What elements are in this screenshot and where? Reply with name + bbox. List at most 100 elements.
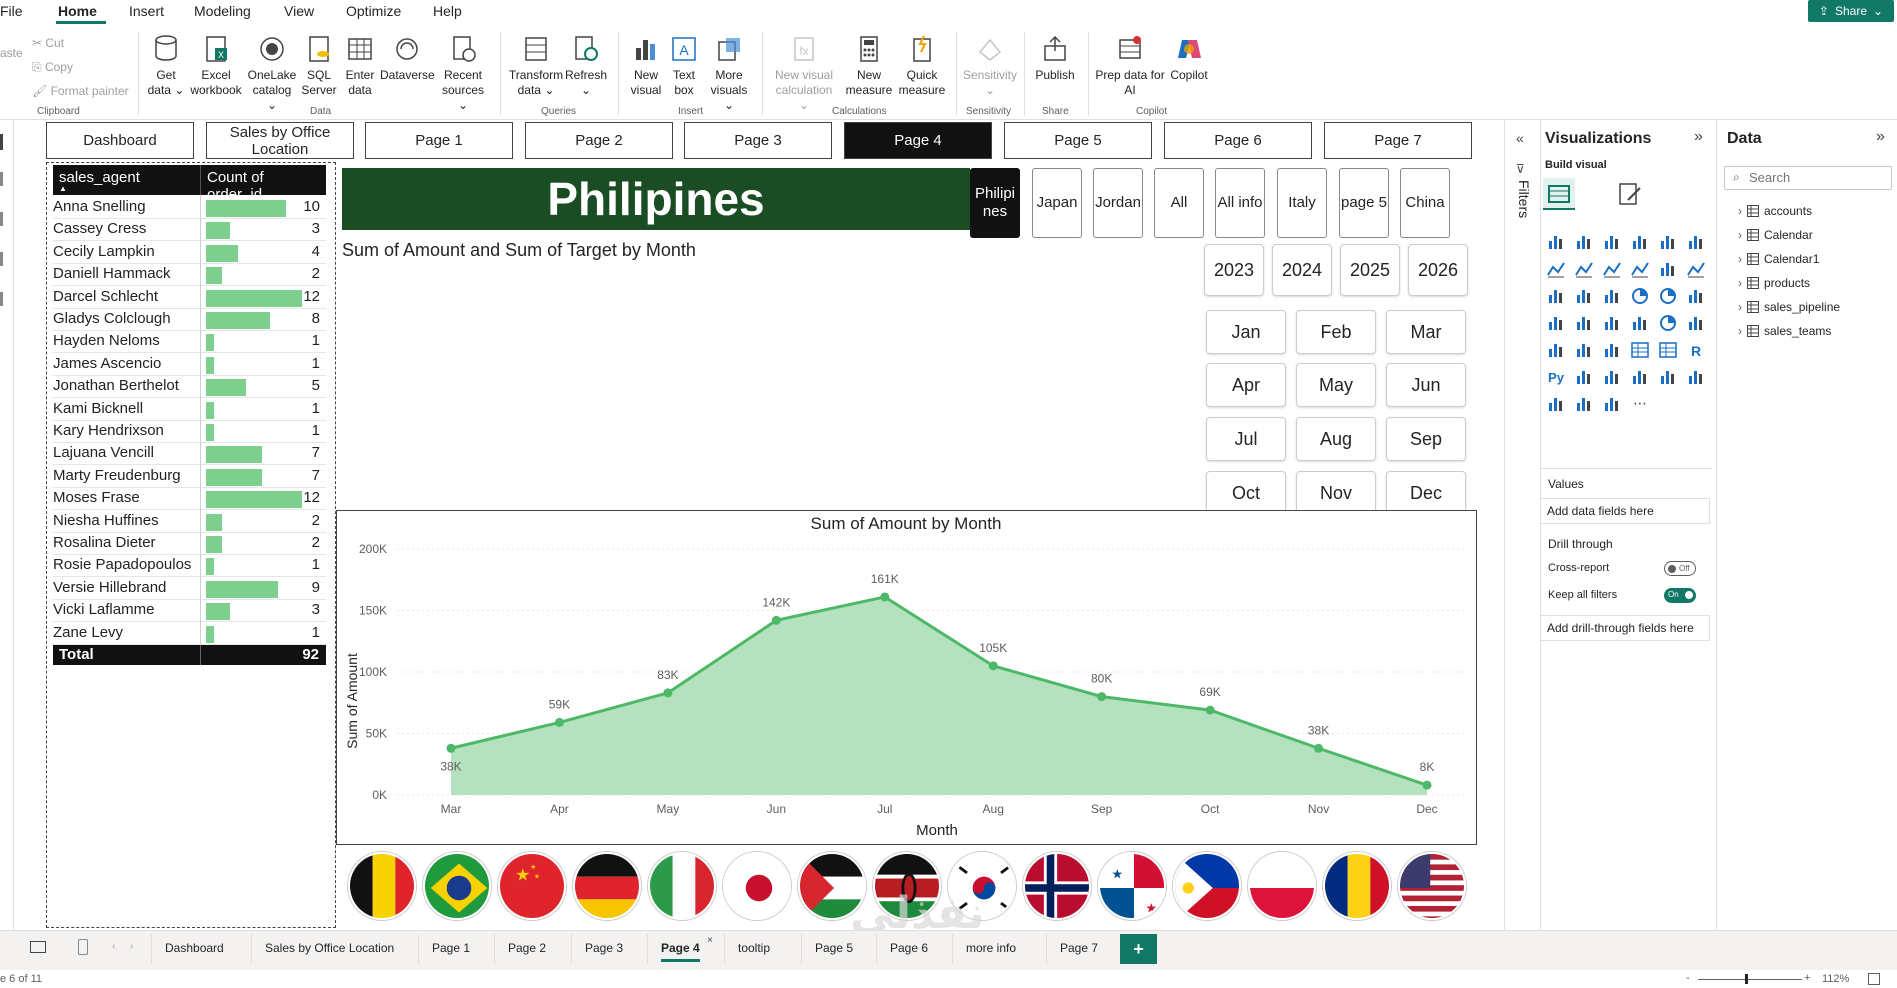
month-mar-button[interactable]: Mar: [1386, 310, 1466, 354]
new-visual-button[interactable]: New visual: [626, 34, 666, 98]
flag-romania-icon[interactable]: [1323, 852, 1391, 920]
data-search-input[interactable]: [1749, 170, 1879, 185]
get-data-button[interactable]: Get data ⌄: [146, 34, 186, 98]
waterfall-visual-icon[interactable]: [1546, 286, 1566, 306]
month-dec-button[interactable]: Dec: [1386, 471, 1466, 515]
flag-usa-icon[interactable]: [1398, 852, 1466, 920]
refresh-button[interactable]: Refresh ⌄: [564, 34, 608, 98]
data-point[interactable]: [1314, 743, 1324, 753]
year-2024-button[interactable]: 2024: [1272, 244, 1332, 296]
menu-file[interactable]: File: [0, 3, 23, 19]
gauge-visual-icon[interactable]: [1658, 313, 1678, 333]
zoom-in-button[interactable]: +: [1804, 972, 1810, 984]
slicer-visual-icon[interactable]: [1602, 340, 1622, 360]
flag-poland-icon[interactable]: [1248, 852, 1316, 920]
power-automate-visual-icon[interactable]: [1574, 394, 1594, 414]
drill-through-well[interactable]: Add drill-through fields here: [1540, 615, 1710, 641]
slicer-country-italy[interactable]: Italy: [1277, 168, 1327, 238]
slicer-country-page5[interactable]: page 5: [1339, 168, 1389, 238]
nav-page4-button[interactable]: Page 4: [844, 122, 992, 159]
quick-measure-button[interactable]: Quick measure: [896, 34, 948, 98]
matrix-header-count[interactable]: Count of order_id: [200, 165, 326, 203]
amount-by-month-chart[interactable]: Sum of Amount by Month Sum of Amount Mon…: [336, 510, 1477, 845]
kpi-visual-icon[interactable]: [1574, 340, 1594, 360]
month-jun-button[interactable]: Jun: [1386, 363, 1466, 407]
data-point[interactable]: [1422, 780, 1432, 790]
enter-data-button[interactable]: Enter data: [342, 34, 378, 98]
line-column-visual-icon[interactable]: [1658, 259, 1678, 279]
month-nov-button[interactable]: Nov: [1296, 471, 1376, 515]
100-area-visual-icon[interactable]: [1630, 259, 1650, 279]
donut-visual-icon[interactable]: [1658, 286, 1678, 306]
month-aug-button[interactable]: Aug: [1296, 417, 1376, 461]
arcgis-visual-icon[interactable]: [1630, 313, 1650, 333]
decomposition-tree-visual-icon[interactable]: [1602, 367, 1622, 387]
flag-germany-icon[interactable]: [573, 852, 641, 920]
slicer-country-jordan[interactable]: Jordan: [1093, 168, 1143, 238]
month-feb-button[interactable]: Feb: [1296, 310, 1376, 354]
r-visual-visual-icon[interactable]: R: [1686, 340, 1706, 360]
data-point[interactable]: [1097, 692, 1107, 702]
card-visual-icon[interactable]: [1686, 313, 1706, 333]
page-tab-page-1[interactable]: Page 1: [432, 941, 470, 955]
desktop-layout-icon[interactable]: [30, 941, 46, 953]
nav-page2-button[interactable]: Page 2: [525, 122, 673, 159]
share-button[interactable]: ⇪ Share ⌄: [1808, 0, 1894, 22]
format-painter-button[interactable]: 🖌 Format painter: [32, 84, 129, 98]
menu-home[interactable]: Home: [58, 3, 97, 19]
zoom-out-button[interactable]: -: [1686, 972, 1690, 984]
mobile-layout-icon[interactable]: [78, 939, 88, 955]
page-tab-tooltip[interactable]: tooltip: [738, 941, 770, 955]
collapse-data-icon[interactable]: »: [1876, 128, 1885, 146]
nav-dashboard-button[interactable]: Dashboard: [46, 122, 194, 159]
nav-page6-button[interactable]: Page 6: [1164, 122, 1312, 159]
page-tab-dashboard[interactable]: Dashboard: [165, 941, 224, 955]
slicer-country-philipines[interactable]: Philipines: [970, 168, 1020, 238]
report-view-icon[interactable]: [0, 134, 3, 150]
fit-to-page-icon[interactable]: [1868, 973, 1880, 985]
flag-japan-icon[interactable]: [723, 852, 791, 920]
funnel-visual-icon[interactable]: [1574, 286, 1594, 306]
page-tab-page-3[interactable]: Page 3: [585, 941, 623, 955]
menu-modeling[interactable]: Modeling: [194, 3, 251, 19]
tmdl-view-icon[interactable]: [0, 292, 3, 306]
year-2023-button[interactable]: 2023: [1204, 244, 1264, 296]
zoom-slider-thumb[interactable]: [1745, 974, 1748, 984]
month-oct-button[interactable]: Oct: [1206, 471, 1286, 515]
excel-workbook-button[interactable]: X Excel workbook: [188, 34, 244, 98]
flag-belgium-icon[interactable]: [348, 852, 416, 920]
data-point[interactable]: [771, 615, 781, 625]
flag-philippines-icon[interactable]: [1173, 852, 1241, 920]
filled-map-visual-icon[interactable]: [1574, 313, 1594, 333]
nav-sales-by-office-button[interactable]: Sales by Office Location: [206, 122, 354, 159]
nav-page3-button[interactable]: Page 3: [684, 122, 832, 159]
collapse-filters-icon[interactable]: «: [1516, 130, 1524, 146]
flag-panama-icon[interactable]: ★ ★: [1098, 852, 1166, 920]
text-box-button[interactable]: A Text box: [666, 34, 702, 98]
slicer-country-china[interactable]: China: [1400, 168, 1450, 238]
data-table-products[interactable]: › products: [1738, 276, 1810, 290]
year-2026-button[interactable]: 2026: [1408, 244, 1468, 296]
azure-map-visual-icon[interactable]: [1602, 313, 1622, 333]
flag-brazil-icon[interactable]: [423, 852, 491, 920]
zoom-slider-track[interactable]: [1698, 979, 1802, 980]
add-page-button[interactable]: +: [1120, 934, 1157, 964]
python-visual-visual-icon[interactable]: Py: [1546, 367, 1566, 387]
data-table-calendar1[interactable]: › Calendar1: [1738, 252, 1819, 266]
menu-view[interactable]: View: [284, 3, 314, 19]
ribbon-visual-icon[interactable]: [1686, 259, 1706, 279]
recent-sources-button[interactable]: Recent sources ⌄: [436, 34, 490, 113]
data-table-calendar[interactable]: › Calendar: [1738, 228, 1813, 242]
flag-norway-icon[interactable]: [1023, 852, 1091, 920]
multirow-card-visual-icon[interactable]: [1546, 340, 1566, 360]
menu-optimize[interactable]: Optimize: [346, 3, 401, 19]
model-view-icon[interactable]: [0, 212, 3, 226]
page-tab-page-4[interactable]: Page 4: [661, 941, 700, 962]
new-measure-button[interactable]: New measure: [844, 34, 894, 98]
page-tab-page-7[interactable]: Page 7: [1060, 941, 1098, 955]
copilot-button[interactable]: Copilot: [1166, 34, 1212, 83]
month-sep-button[interactable]: Sep: [1386, 417, 1466, 461]
clustered-column-visual-icon[interactable]: [1574, 232, 1594, 252]
qa-visual-icon[interactable]: [1630, 367, 1650, 387]
data-table-sales-pipeline[interactable]: › sales_pipeline: [1738, 300, 1840, 314]
